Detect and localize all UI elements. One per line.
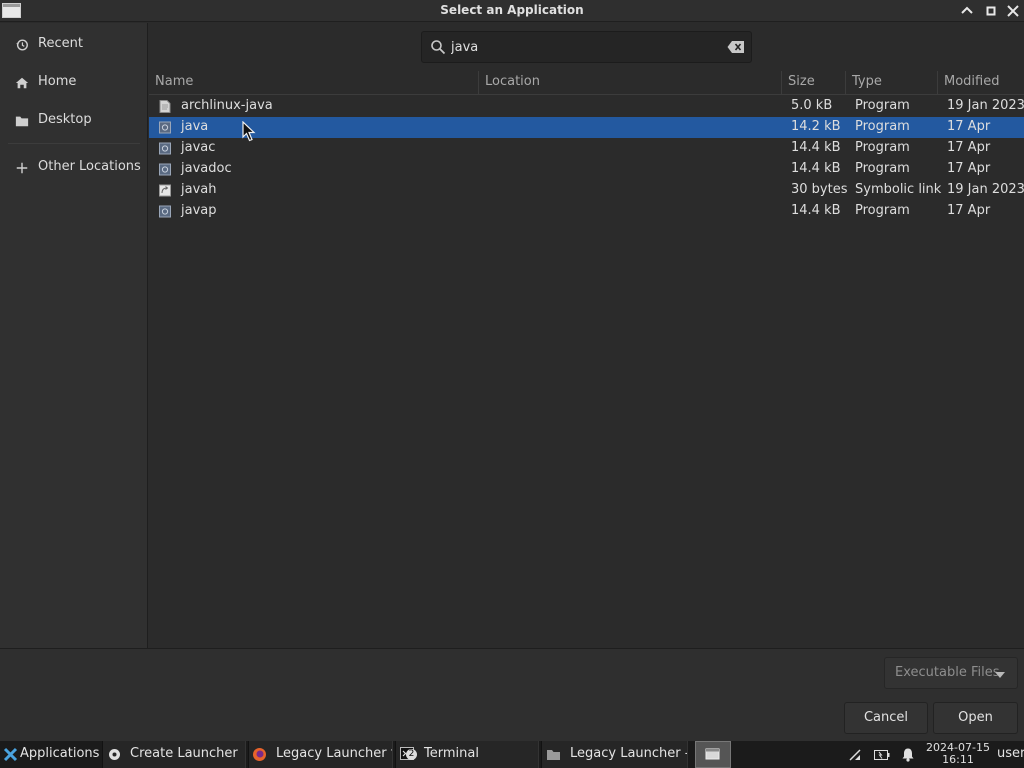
file-row-java[interactable]: java 14.2 kB Program 17 Apr [149,117,1024,138]
task-label: Create Launcher [130,746,238,761]
clock-time: 16:11 [942,753,974,766]
file-size: 14.4 kB [791,203,841,218]
clock-icon [16,39,28,51]
applications-menu-button[interactable]: Applications [0,741,100,768]
file-row-javadoc[interactable]: javadoc 14.4 kB Program 17 Apr [149,159,1024,180]
applications-label: Applications [20,746,100,761]
maximize-icon [986,6,996,16]
dialog-action-area: Executable Files Cancel Open [0,648,1024,741]
symlink-icon [159,184,171,197]
task-select-application-dialog[interactable] [695,741,731,768]
sidebar-item-label: Home [38,74,77,89]
task-count-badge: 2 [406,749,417,760]
cancel-button[interactable]: Cancel [844,702,928,734]
user-menu[interactable]: user [997,741,1024,768]
taskbar: Applications Create Launcher Legacy Laun… [0,741,1024,768]
file-modified: 17 Apr [947,203,991,218]
file-name: archlinux-java [181,98,273,113]
close-icon [1007,5,1019,17]
search-icon [431,40,446,55]
column-header-location[interactable]: Location [479,71,782,95]
file-type: Program [855,119,910,134]
file-modified: 17 Apr [947,119,991,134]
notification-bell-icon[interactable] [901,747,915,762]
file-name: javah [181,182,217,197]
executable-icon [159,205,171,218]
chevron-up-icon [961,6,973,14]
file-row-javap[interactable]: javap 14.4 kB Program 17 Apr [149,201,1024,222]
folder-icon [547,750,560,760]
column-header-name[interactable]: Name [149,71,479,95]
script-file-icon [159,100,171,113]
open-button[interactable]: Open [933,702,1018,734]
task-legacy-launcher-files[interactable]: Legacy Launcher -... [541,741,688,768]
file-name: java [181,119,209,134]
file-size: 30 bytes [791,182,848,197]
task-label: Legacy Launcher f... [276,746,392,761]
task-create-launcher[interactable]: Create Launcher [102,741,246,768]
file-size: 14.4 kB [791,140,841,155]
file-row-archlinux-java[interactable]: archlinux-java 5.0 kB Program 19 Jan 202… [149,96,1024,117]
file-size: 14.4 kB [791,161,841,176]
home-icon [15,77,29,89]
sidebar-item-other-locations[interactable]: Other Locations [0,151,147,185]
sidebar-separator [8,143,140,144]
task-label: Legacy Launcher -... [570,746,687,761]
file-list: Name Location Size Type Modified archlin… [149,71,1024,648]
mouse-cursor-icon [242,121,256,142]
window-titlebar: Select an Application [0,0,1024,22]
file-modified: 19 Jan 2023 [947,182,1024,197]
search-box [421,31,752,63]
column-header-type[interactable]: Type [846,71,938,95]
folder-icon [15,116,29,127]
file-size: 5.0 kB [791,98,833,113]
file-row-javac[interactable]: javac 14.4 kB Program 17 Apr [149,138,1024,159]
task-terminal[interactable]: 2 Terminal [395,741,539,768]
file-type: Program [855,161,910,176]
clock[interactable]: 2024-07-15 16:11 [926,742,990,766]
dropdown-arrow-icon [995,672,1005,678]
file-modified: 17 Apr [947,140,991,155]
file-filter-dropdown[interactable]: Executable Files [884,657,1018,689]
xfce-logo-icon [3,747,18,762]
window-title: Select an Application [440,3,584,17]
file-filter-label: Executable Files [895,665,1000,680]
search-input[interactable] [451,37,711,57]
task-legacy-launcher-firefox[interactable]: Legacy Launcher f... [248,741,393,768]
firefox-icon [253,748,266,761]
file-name: javap [181,203,217,218]
file-name: javadoc [181,161,232,176]
sidebar-item-label: Recent [38,36,83,51]
sidebar-item-home[interactable]: Home [0,66,147,100]
sidebar-item-label: Desktop [38,112,92,127]
file-type: Symbolic link [855,182,942,197]
plus-icon [16,162,28,174]
file-modified: 19 Jan 2023 [947,98,1024,113]
maximize-button[interactable] [982,2,1000,20]
window-icon [705,748,720,760]
launcher-gear-icon [109,749,120,760]
file-type: Program [855,203,910,218]
file-modified: 17 Apr [947,161,991,176]
battery-icon[interactable] [874,749,890,761]
sidebar-item-desktop[interactable]: Desktop [0,104,147,138]
executable-icon [159,163,171,176]
executable-icon [159,121,171,134]
column-header-modified[interactable]: Modified [938,71,1024,95]
file-type: Program [855,140,910,155]
column-header-size[interactable]: Size [782,71,846,95]
clear-search-icon[interactable] [727,40,745,54]
executable-icon [159,142,171,155]
shade-window-button[interactable] [958,2,976,20]
file-type: Program [855,98,910,113]
sidebar-item-label: Other Locations [38,159,141,174]
network-disconnected-icon[interactable] [848,748,862,762]
file-row-javah[interactable]: javah 30 bytes Symbolic link 19 Jan 2023 [149,180,1024,201]
close-button[interactable] [1004,2,1022,20]
file-size: 14.2 kB [791,119,841,134]
places-sidebar: Recent Home Desktop Other Locations [0,23,148,648]
file-name: javac [181,140,216,155]
task-label: Terminal [424,746,479,761]
sidebar-item-recent[interactable]: Recent [0,28,147,62]
